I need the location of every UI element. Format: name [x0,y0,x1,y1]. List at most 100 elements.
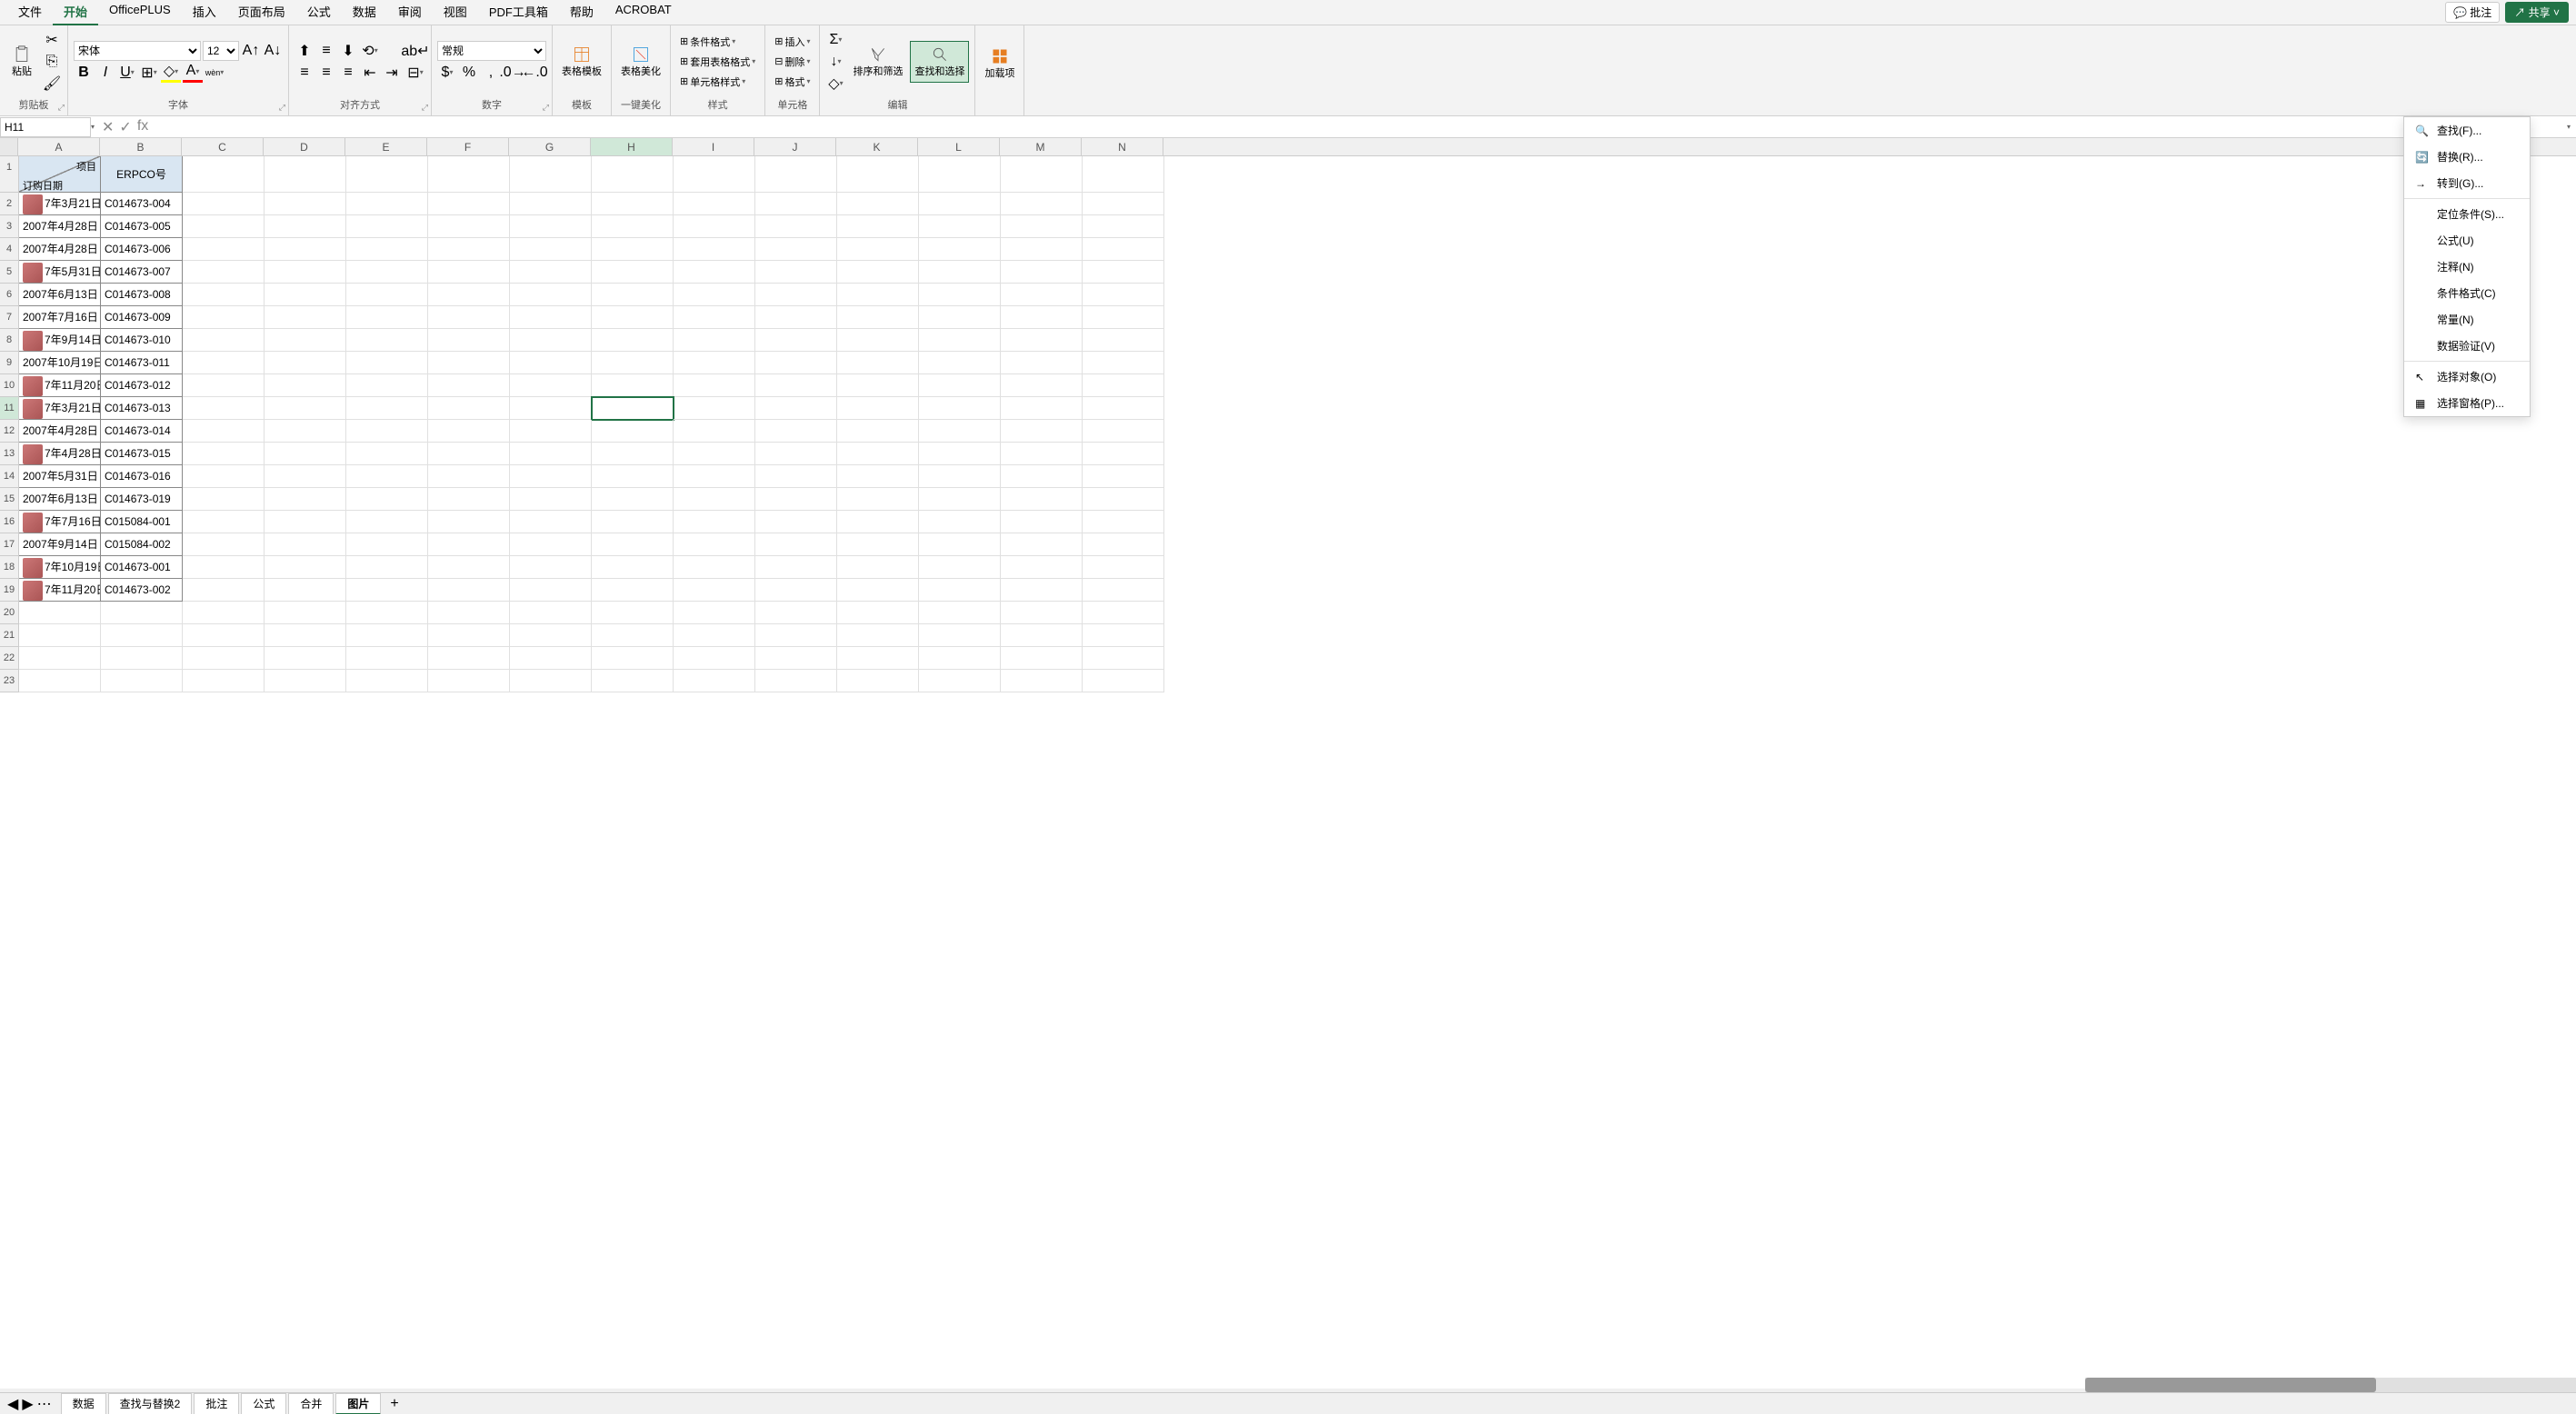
cell-C5[interactable] [183,261,265,284]
cell-C20[interactable] [183,602,265,624]
cell-D11[interactable] [265,397,346,420]
cell-K8[interactable] [837,329,919,352]
cell-J17[interactable] [755,533,837,556]
col-header-C[interactable]: C [182,138,264,155]
cell-J3[interactable] [755,215,837,238]
cell-I8[interactable] [674,329,755,352]
delete-button[interactable]: ⊟ 删除 ▾ [771,53,814,71]
cell-G18[interactable] [510,556,592,579]
cell-K16[interactable] [837,511,919,533]
dropdown-item-8[interactable]: 数据验证(V) [2404,333,2530,359]
cell-K1[interactable] [837,156,919,193]
cell-H6[interactable] [592,284,674,306]
number-launcher[interactable]: ⤢ [543,103,549,113]
cell-D10[interactable] [265,374,346,397]
cell-H23[interactable] [592,670,674,692]
cell-G2[interactable] [510,193,592,215]
cell-E15[interactable] [346,488,428,511]
cell-A8[interactable]: 7年9月14日 [19,329,101,352]
number-format-select[interactable]: 常规 [437,41,546,61]
cell-G7[interactable] [510,306,592,329]
row-header-12[interactable]: 12 [0,420,18,443]
cell-L13[interactable] [919,443,1001,465]
clipboard-launcher[interactable]: ⤢ [58,103,65,113]
cell-N20[interactable] [1083,602,1164,624]
cell-C14[interactable] [183,465,265,488]
cell-I10[interactable] [674,374,755,397]
cell-G11[interactable] [510,397,592,420]
cell-K20[interactable] [837,602,919,624]
cell-M14[interactable] [1001,465,1083,488]
cell-N4[interactable] [1083,238,1164,261]
cell-B16[interactable]: C015084-001 [101,511,183,533]
cell-N3[interactable] [1083,215,1164,238]
percent-button[interactable]: % [459,63,479,83]
cell-B20[interactable] [101,602,183,624]
row-header-11[interactable]: 11 [0,397,18,420]
cell-B7[interactable]: C014673-009 [101,306,183,329]
row-header-14[interactable]: 14 [0,465,18,488]
col-header-J[interactable]: J [754,138,836,155]
cell-F20[interactable] [428,602,510,624]
sheet-tab-0[interactable]: 数据 [61,1393,106,1414]
conditional-format-button[interactable]: ⊞ 条件格式▾ [676,33,759,51]
cell-H14[interactable] [592,465,674,488]
cell-B2[interactable]: C014673-004 [101,193,183,215]
cell-N16[interactable] [1083,511,1164,533]
cell-F1[interactable] [428,156,510,193]
align-left-button[interactable]: ≡ [295,63,315,83]
cell-I15[interactable] [674,488,755,511]
cell-N17[interactable] [1083,533,1164,556]
cell-K23[interactable] [837,670,919,692]
sheet-tab-5[interactable]: 图片 [335,1393,381,1414]
cell-L14[interactable] [919,465,1001,488]
cell-I1[interactable] [674,156,755,193]
cell-D18[interactable] [265,556,346,579]
cell-D16[interactable] [265,511,346,533]
row-header-17[interactable]: 17 [0,533,18,556]
cell-K10[interactable] [837,374,919,397]
cell-N6[interactable] [1083,284,1164,306]
addins-button[interactable]: 加载项 [981,44,1018,84]
cell-C19[interactable] [183,579,265,602]
font-size-select[interactable]: 12 [203,41,239,61]
cell-D1[interactable] [265,156,346,193]
cell-G9[interactable] [510,352,592,374]
cell-E1[interactable] [346,156,428,193]
dropdown-item-4[interactable]: 公式(U) [2404,227,2530,254]
cell-L20[interactable] [919,602,1001,624]
cell-D7[interactable] [265,306,346,329]
cell-N1[interactable] [1083,156,1164,193]
col-header-K[interactable]: K [836,138,918,155]
cell-N7[interactable] [1083,306,1164,329]
cell-K5[interactable] [837,261,919,284]
cell-H13[interactable] [592,443,674,465]
horizontal-scrollbar[interactable] [2085,1378,2576,1392]
cell-I7[interactable] [674,306,755,329]
col-header-G[interactable]: G [509,138,591,155]
cell-F18[interactable] [428,556,510,579]
cell-C2[interactable] [183,193,265,215]
cell-B19[interactable]: C014673-002 [101,579,183,602]
cell-G23[interactable] [510,670,592,692]
cell-K3[interactable] [837,215,919,238]
cell-I6[interactable] [674,284,755,306]
dropdown-item-10[interactable]: ▦选择窗格(P)... [2404,390,2530,416]
cell-D23[interactable] [265,670,346,692]
cell-I2[interactable] [674,193,755,215]
cell-B6[interactable]: C014673-008 [101,284,183,306]
cell-I22[interactable] [674,647,755,670]
menu-item-5[interactable]: 公式 [296,0,342,25]
cell-L17[interactable] [919,533,1001,556]
col-header-N[interactable]: N [1082,138,1163,155]
align-top-button[interactable]: ⬆ [295,41,315,61]
cell-H8[interactable] [592,329,674,352]
cell-N8[interactable] [1083,329,1164,352]
cell-I11[interactable] [674,397,755,420]
fx-icon[interactable]: fx [137,118,148,136]
cell-J10[interactable] [755,374,837,397]
cell-J11[interactable] [755,397,837,420]
cell-L21[interactable] [919,624,1001,647]
cell-L7[interactable] [919,306,1001,329]
cell-B18[interactable]: C014673-001 [101,556,183,579]
